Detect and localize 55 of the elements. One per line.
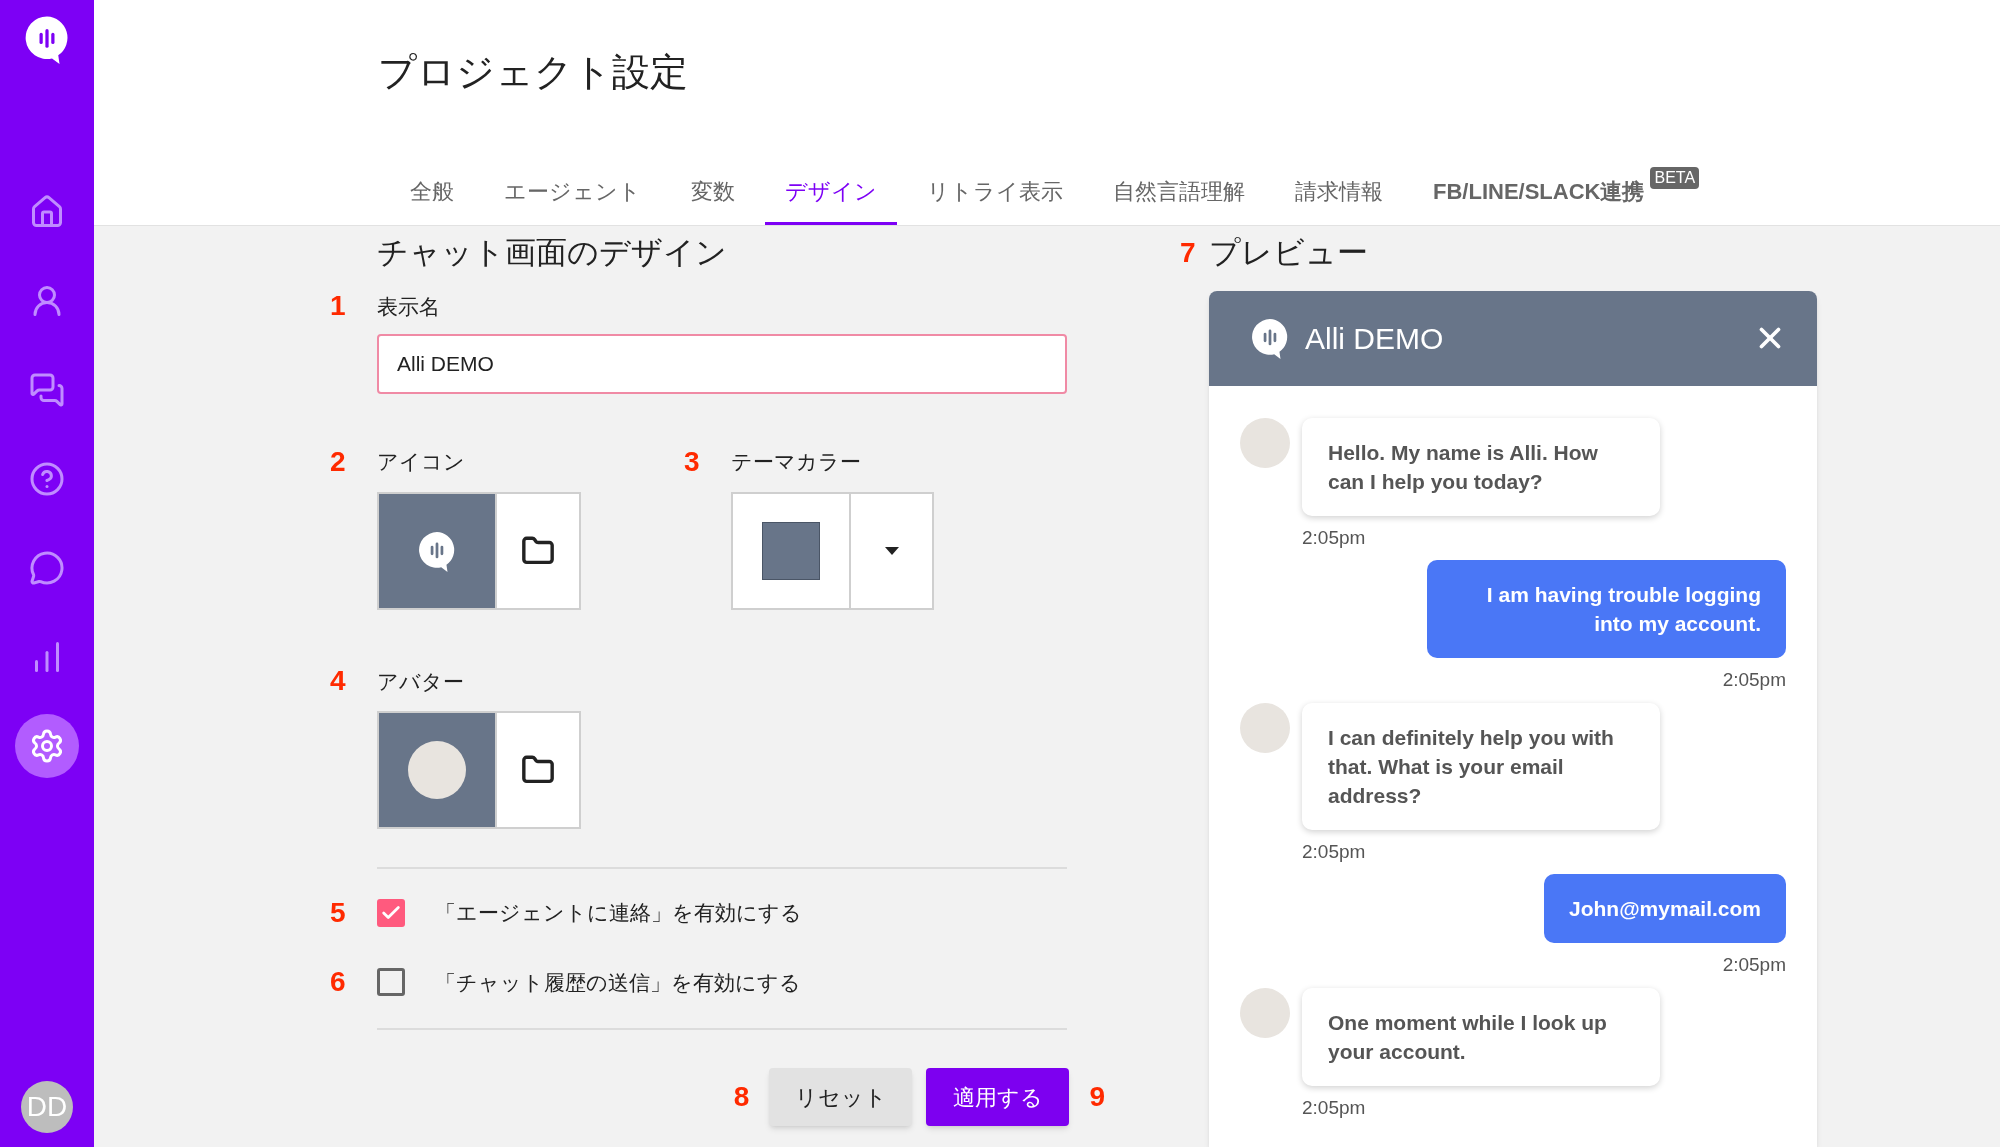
chat-bubble-icon [29, 550, 65, 586]
avatar-placeholder [1240, 417, 1290, 468]
user-message: I am having trouble logging into my account. [1427, 560, 1786, 658]
settings-icon [29, 728, 65, 764]
tab[interactable]: 請求情報 [1275, 175, 1403, 225]
field-label: アイコン [377, 449, 465, 475]
option-label: 「エージェントに連絡」を有効にする [435, 900, 802, 926]
step-number: 9 [1088, 1080, 1106, 1114]
step-number: 2 [330, 447, 347, 476]
avatar-placeholder [1240, 702, 1290, 753]
field-label: 表示名 [377, 293, 440, 320]
section-title: チャット画面のデザイン [377, 234, 728, 272]
chat-bubbles-icon [29, 372, 65, 408]
avatar-placeholder [1240, 987, 1290, 1038]
step-number: 6 [330, 968, 347, 997]
icon-picker[interactable] [377, 491, 581, 610]
caret-icon [884, 546, 899, 555]
option-label: 「チャット履歴の送信」を有効にする [435, 969, 801, 996]
avatar-placeholder [408, 741, 466, 799]
tab[interactable]: 自然言語理解 [1093, 175, 1265, 225]
field-label: テーマカラー [731, 449, 861, 475]
bot-message: One moment while I look up your account. [1302, 987, 1660, 1086]
step-number: 1 [330, 292, 347, 321]
user-message: John@mymail.com [1543, 874, 1786, 943]
tab[interactable]: 変数 [671, 175, 755, 225]
message-time: 2:05pm [1722, 953, 1786, 977]
apply-button[interactable]: 適用する [926, 1068, 1070, 1126]
bot-message: Hello. My name is Alli. How can I help you today? [1302, 417, 1660, 516]
bot-message: I can definitely help you with that. What is your email address? [1302, 702, 1660, 830]
display-name-field[interactable]: Alli DEMO [377, 334, 1067, 394]
step-number: 3 [684, 447, 701, 476]
reset-button[interactable]: リセット [769, 1068, 913, 1126]
message-time: 2:05pm [1302, 525, 1367, 550]
step-number: 5 [330, 898, 347, 927]
avatar-picker[interactable] [377, 711, 581, 829]
preview-title: プレビュー [1209, 234, 1368, 272]
tab[interactable]: デザイン [765, 175, 897, 225]
field-label: アバター [377, 668, 464, 695]
chat-title: Alli DEMO [1305, 320, 1444, 357]
color-picker[interactable] [731, 491, 934, 610]
message-time: 2:05pm [1302, 839, 1367, 864]
step-number: 7 [1180, 236, 1197, 271]
step-number: 4 [330, 667, 347, 696]
message-time: 2:05pm [1302, 1095, 1367, 1120]
tab[interactable]: 全般 [390, 175, 474, 225]
beta-badge: BETA [1650, 167, 1700, 189]
step-number: 8 [732, 1080, 751, 1114]
checkbox[interactable] [377, 968, 405, 997]
message-time: 2:05pm [1722, 668, 1786, 692]
page-title: プロジェクト設定 [377, 50, 689, 95]
checkbox[interactable] [377, 898, 405, 927]
tab[interactable]: エージェント [484, 175, 661, 225]
help-icon [29, 461, 65, 497]
tab[interactable]: リトライ表示 [907, 175, 1083, 225]
home-icon [29, 194, 65, 230]
